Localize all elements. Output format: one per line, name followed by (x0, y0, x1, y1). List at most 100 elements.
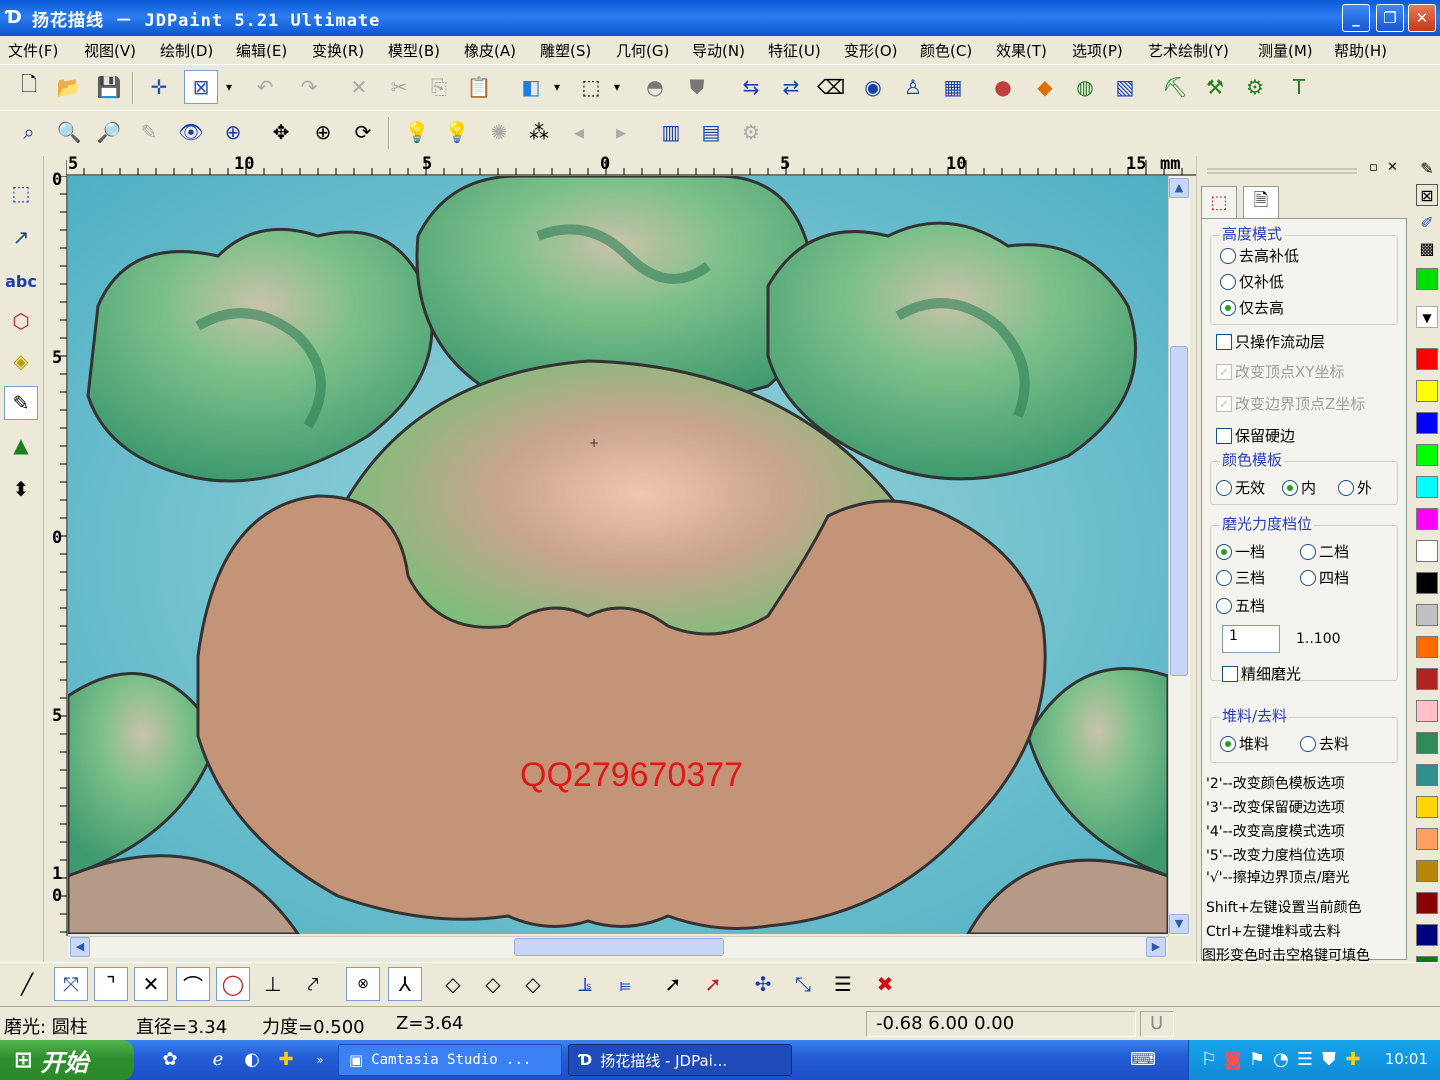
tool-path-c-icon[interactable]: ⚙ (1238, 70, 1272, 104)
chevron-down-icon[interactable]: ▼ (1416, 306, 1438, 328)
light-yellow-icon[interactable]: 💡 (440, 115, 474, 149)
quicklaunch-c-icon[interactable]: ✚ (274, 1048, 298, 1072)
color-swatch[interactable] (1416, 668, 1438, 690)
color-swatch[interactable] (1416, 476, 1438, 498)
menu-view[interactable]: 视图(V) (84, 40, 136, 61)
select-node-icon[interactable]: ⬚ (4, 176, 38, 210)
color-swatch[interactable] (1416, 892, 1438, 914)
menu-help[interactable]: 帮助(H) (1334, 40, 1387, 61)
drum-icon[interactable]: ◉ (856, 70, 890, 104)
zoom-window-icon[interactable]: ⌕ (12, 115, 46, 149)
menu-draw[interactable]: 绘制(D) (160, 40, 213, 61)
horizontal-scrollbar[interactable]: ◀ ▶ (68, 936, 1168, 958)
tray-a-icon[interactable]: ⚐ (1197, 1048, 1221, 1072)
paste-icon[interactable]: 📋 (462, 70, 496, 104)
tray-f-icon[interactable]: ✚ (1341, 1048, 1365, 1072)
pencil-icon[interactable]: ✎ (1416, 158, 1438, 180)
task-camtasia[interactable]: ▣ Camtasia Studio ... (338, 1044, 562, 1076)
align-b-icon[interactable]: ⫢ (608, 967, 642, 1001)
cube-view-icon[interactable]: ◧ (514, 70, 548, 104)
quicklaunch-b-icon[interactable]: ◐ (240, 1048, 264, 1072)
maximize-button[interactable]: ❐ (1376, 4, 1404, 32)
diamond-icon[interactable]: ◆ (1028, 70, 1062, 104)
grid-icon[interactable]: ▤ (694, 115, 728, 149)
snap-axis-icon[interactable]: ⅄ (388, 967, 422, 1001)
color-tool-icon[interactable]: ⬍ (4, 472, 38, 506)
menu-eraser[interactable]: 橡皮(A) (464, 40, 516, 61)
zoom-all-icon[interactable]: ⊕ (216, 115, 250, 149)
chevron-down-icon[interactable]: ▾ (548, 70, 566, 104)
color-swatch[interactable] (1416, 572, 1438, 594)
radio-polish-level-1[interactable]: 一档 (1216, 541, 1265, 562)
menu-geometry[interactable]: 几何(G) (616, 40, 669, 61)
mesh-icon[interactable]: ▦ (936, 70, 970, 104)
arrow-left-icon[interactable]: ◂ (562, 115, 596, 149)
snap-arc-icon[interactable]: ⌒ (176, 967, 210, 1001)
chevron-down-icon[interactable]: ▾ (220, 70, 238, 104)
cancel-icon[interactable]: ✖ (868, 967, 902, 1001)
chevron-down-icon[interactable]: ▾ (608, 70, 626, 104)
scroll-right-button[interactable]: ▶ (1146, 937, 1166, 957)
open-file-icon[interactable]: 📂 (52, 70, 86, 104)
cut-icon[interactable]: ✂ (382, 70, 416, 104)
color-swatch[interactable] (1416, 860, 1438, 882)
scroll-down-button[interactable]: ▼ (1169, 914, 1189, 934)
shield-icon[interactable]: ⛊ (1317, 1048, 1341, 1072)
color-swatch[interactable] (1416, 444, 1438, 466)
snap-end-icon[interactable]: ⤧ (54, 967, 88, 1001)
tray-d-icon[interactable]: ◔ (1269, 1048, 1293, 1072)
rotate-icon[interactable]: ⟳ (346, 115, 380, 149)
color-swatch[interactable] (1416, 508, 1438, 530)
color-swatch[interactable] (1416, 732, 1438, 754)
ie-icon[interactable]: ℯ (206, 1048, 230, 1072)
menu-measure[interactable]: 测量(M) (1258, 40, 1313, 61)
radio-height-mode-1[interactable]: 仅补低 (1220, 271, 1284, 292)
redo-icon[interactable]: ↷ (292, 70, 326, 104)
undo-icon[interactable]: ↶ (248, 70, 282, 104)
menu-guide[interactable]: 导动(N) (692, 40, 745, 61)
figure-icon[interactable]: ♙ (896, 70, 930, 104)
task-jdpaint[interactable]: Ɗ 扬花描线 - JDPai... (568, 1044, 792, 1076)
color-swatch[interactable] (1416, 380, 1438, 402)
color-swatch[interactable] (1416, 796, 1438, 818)
color-swatch[interactable] (1416, 828, 1438, 850)
zoom-out-icon[interactable]: 🔍 (52, 115, 86, 149)
eraser-icon[interactable]: ⌫ (814, 70, 848, 104)
menu-effect[interactable]: 效果(T) (996, 40, 1047, 61)
panel-float-icon[interactable]: ▫ (1369, 160, 1378, 175)
align-a-icon[interactable]: ⫡ (568, 967, 602, 1001)
radio-height-mode-2[interactable]: 仅去高 (1220, 297, 1284, 318)
snap-intersect-icon[interactable]: ✕ (134, 967, 168, 1001)
menu-file[interactable]: 文件(F) (8, 40, 58, 61)
menu-deform[interactable]: 变形(O) (844, 40, 898, 61)
tray-b-icon[interactable]: ◙ (1221, 1048, 1245, 1072)
color-swatch[interactable] (1416, 412, 1438, 434)
horizontal-scroll-thumb[interactable] (514, 938, 724, 956)
menu-sculpt[interactable]: 雕塑(S) (540, 40, 591, 61)
polish-tool-icon[interactable]: ◈ (4, 344, 38, 378)
stamp-tool-icon[interactable]: ▲ (4, 428, 38, 462)
menu-transform[interactable]: 变换(R) (312, 40, 364, 61)
menu-edit[interactable]: 编辑(E) (236, 40, 287, 61)
pan-icon[interactable]: ✥ (264, 115, 298, 149)
radio-height-mode-0[interactable]: 去高补低 (1220, 245, 1299, 266)
transform-a-icon[interactable]: ✣ (746, 967, 780, 1001)
polish-value-input[interactable]: 1 (1222, 625, 1280, 653)
transform-a-icon[interactable]: ⇆ (734, 70, 768, 104)
crosshair-icon[interactable]: ✛ (142, 70, 176, 104)
save-icon[interactable]: 💾 (92, 70, 126, 104)
transform-b-icon[interactable]: ⤡ (786, 967, 820, 1001)
scroll-up-button[interactable]: ▲ (1169, 178, 1189, 198)
chevron-right-icon[interactable]: » (308, 1048, 332, 1072)
minimize-button[interactable]: _ (1342, 4, 1370, 32)
settings-icon[interactable]: ⚙ (734, 115, 768, 149)
checkbox-flow-layer[interactable]: 只操作流动层 (1216, 331, 1325, 352)
color-swatch[interactable] (1416, 268, 1438, 290)
menu-art-draw[interactable]: 艺术绘制(Y) (1148, 40, 1229, 61)
delete-icon[interactable]: ✕ (342, 70, 376, 104)
vertical-scrollbar[interactable]: ▲ ▼ (1168, 176, 1190, 936)
checkbox-boundary-z[interactable]: ✓ 改变边界顶点Z坐标 (1216, 393, 1365, 414)
disabled-tool-icon[interactable]: ✎ (132, 115, 166, 149)
layers-icon[interactable]: ▥ (654, 115, 688, 149)
radio-material-add[interactable]: 堆料 (1220, 733, 1269, 754)
